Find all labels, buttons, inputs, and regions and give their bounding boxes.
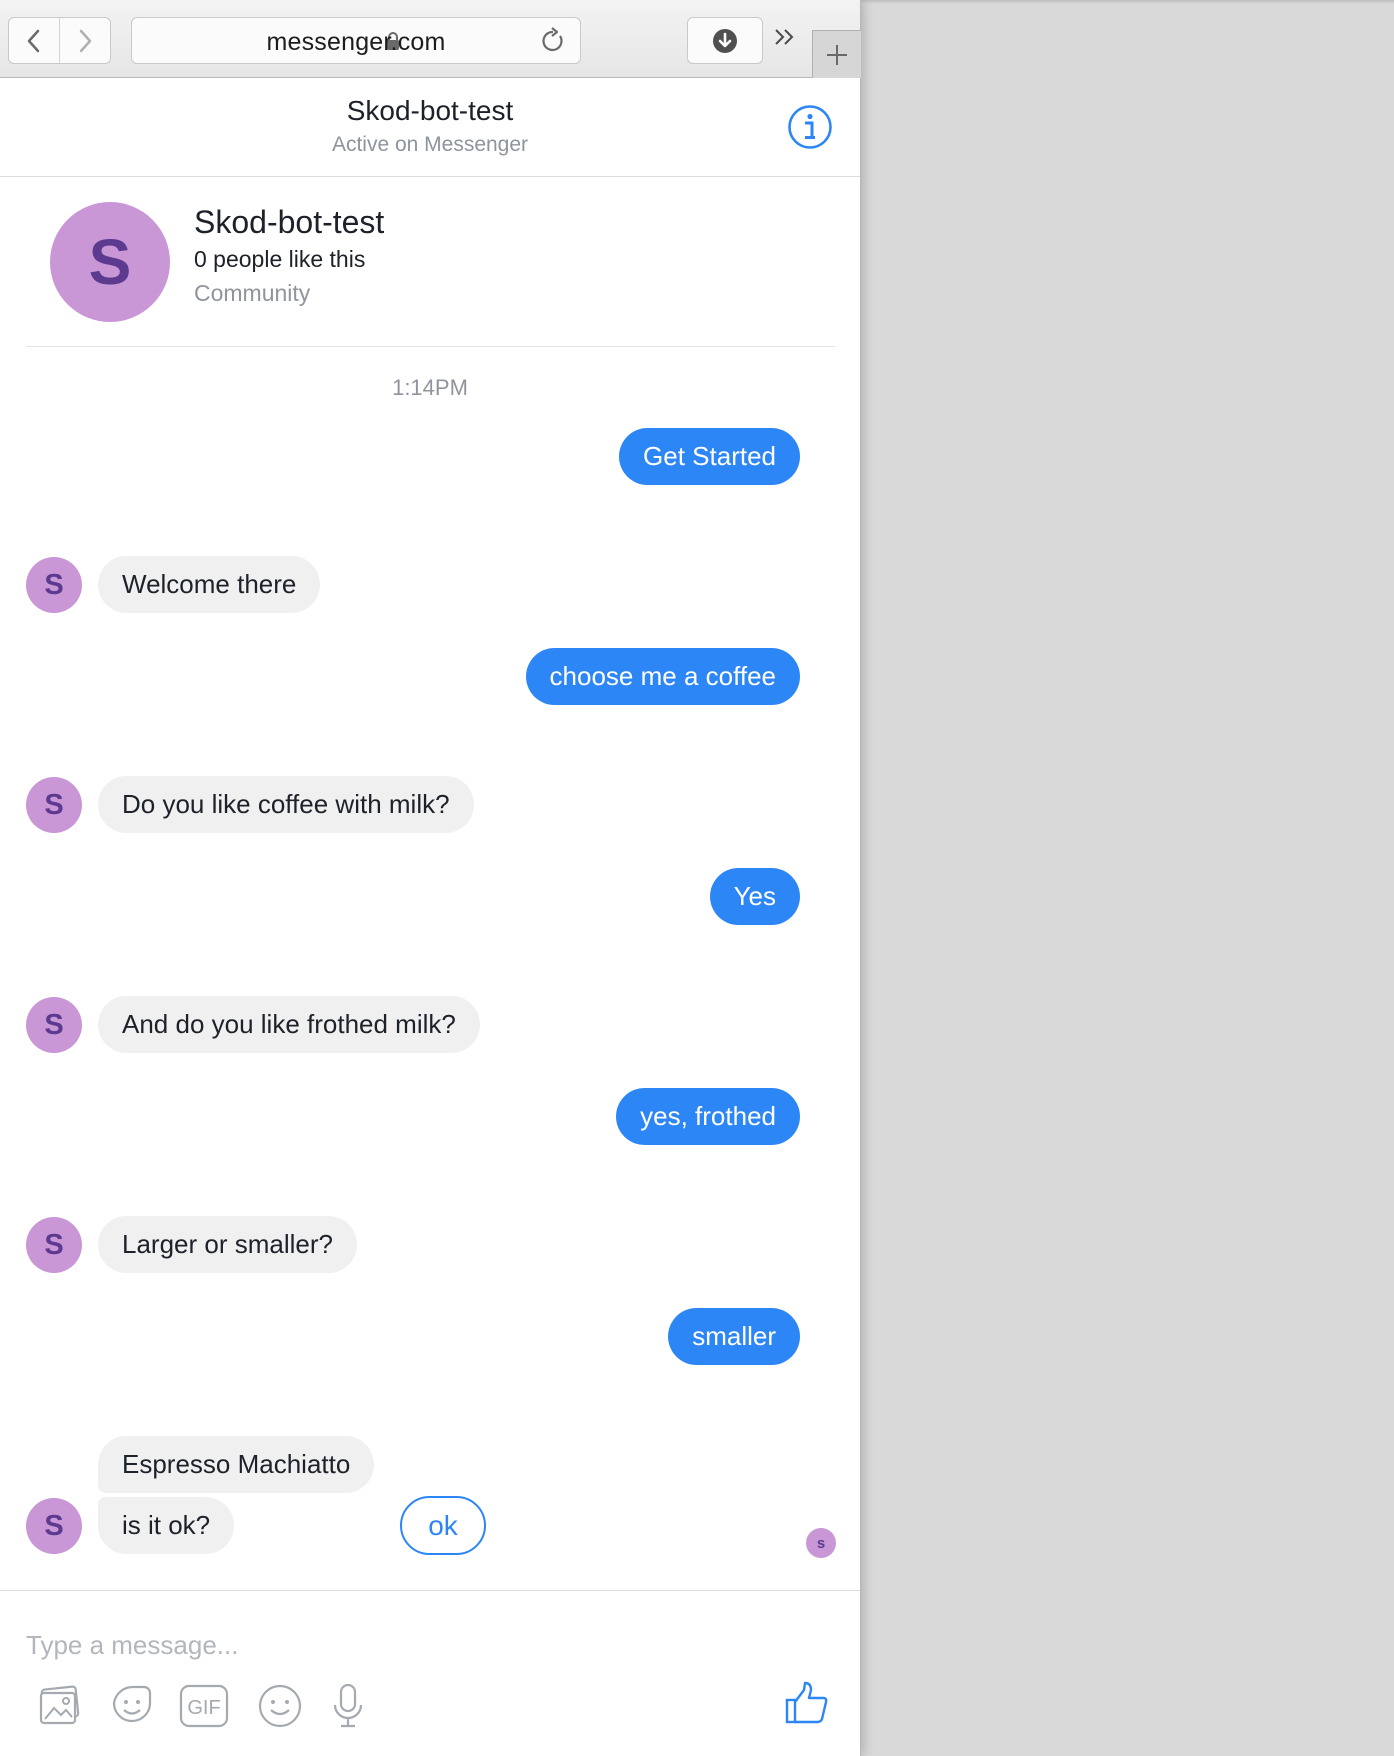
seen-avatar: s <box>806 1528 836 1558</box>
message-timestamp: 1:14PM <box>392 375 468 400</box>
page-name[interactable]: Skod-bot-test <box>194 204 384 241</box>
page-category: Community <box>194 280 311 306</box>
browser-window: messenger.com Skod-bot-test Active on Me… <box>0 0 861 1756</box>
message-outgoing[interactable]: smaller <box>668 1308 800 1365</box>
microphone-icon <box>333 1683 363 1728</box>
quick-reply-ok[interactable]: ok <box>400 1496 486 1555</box>
plus-icon <box>827 44 847 65</box>
info-icon[interactable] <box>787 104 833 150</box>
photo-icon <box>39 1685 80 1725</box>
message-outgoing[interactable]: choose me a coffee <box>525 648 800 705</box>
thumbs-up-icon <box>785 1681 828 1724</box>
conversation-header: Skod-bot-test Active on Messenger <box>0 78 860 177</box>
emoji-button[interactable] <box>254 1680 306 1732</box>
sticker-button[interactable] <box>106 1680 158 1732</box>
avatar: S <box>26 997 82 1053</box>
profile-divider <box>26 346 835 347</box>
gif-icon: GIF <box>179 1684 229 1728</box>
browser-toolbar: messenger.com <box>0 0 861 78</box>
conversation-title: Skod-bot-test <box>346 95 514 126</box>
forward-button[interactable] <box>59 18 110 63</box>
photo-button[interactable] <box>34 1680 86 1732</box>
message-outgoing[interactable]: Yes <box>709 868 800 925</box>
chevron-right-icon <box>79 29 92 52</box>
composer-divider <box>0 1590 860 1591</box>
message-incoming[interactable]: And do you like frothed milk? <box>98 996 480 1053</box>
emoji-icon <box>258 1684 302 1728</box>
nav-buttons <box>8 17 111 64</box>
message-incoming[interactable]: Do you like coffee with milk? <box>98 776 474 833</box>
message-input[interactable] <box>26 1625 806 1665</box>
double-chevron-icon[interactable] <box>772 24 798 50</box>
page-likes: 0 people like this <box>194 246 366 272</box>
message-outgoing[interactable]: yes, frothed <box>616 1088 800 1145</box>
reload-icon[interactable] <box>540 27 566 55</box>
voice-button[interactable] <box>322 1680 374 1732</box>
message-incoming[interactable]: Larger or smaller? <box>98 1216 357 1273</box>
desktop-background <box>860 0 1394 4</box>
sticker-icon <box>112 1685 152 1723</box>
download-icon <box>713 28 737 53</box>
message-incoming[interactable]: Welcome there <box>98 556 321 613</box>
back-button[interactable] <box>9 18 59 63</box>
address-bar[interactable]: messenger.com <box>131 17 581 64</box>
gif-label: GIF <box>187 1697 220 1719</box>
message-incoming[interactable]: is it ok? <box>98 1497 235 1554</box>
avatar: S <box>26 1217 82 1273</box>
page-profile: S Skod-bot-test 0 people like this Commu… <box>0 177 860 347</box>
downloads-button[interactable] <box>687 17 763 64</box>
page-avatar[interactable]: S <box>50 202 170 322</box>
url-text: messenger.com <box>266 28 446 56</box>
chevron-left-icon <box>27 29 40 52</box>
new-tab-button[interactable] <box>812 30 861 78</box>
message-outgoing[interactable]: Get Started <box>619 428 800 485</box>
avatar: S <box>26 557 82 613</box>
avatar: S <box>26 1498 82 1554</box>
active-status: Active on Messenger <box>331 133 529 156</box>
avatar: S <box>26 777 82 833</box>
message-incoming[interactable]: Espresso Machiatto <box>98 1436 375 1493</box>
gif-button[interactable]: GIF <box>178 1680 230 1732</box>
like-button[interactable] <box>784 1680 830 1731</box>
